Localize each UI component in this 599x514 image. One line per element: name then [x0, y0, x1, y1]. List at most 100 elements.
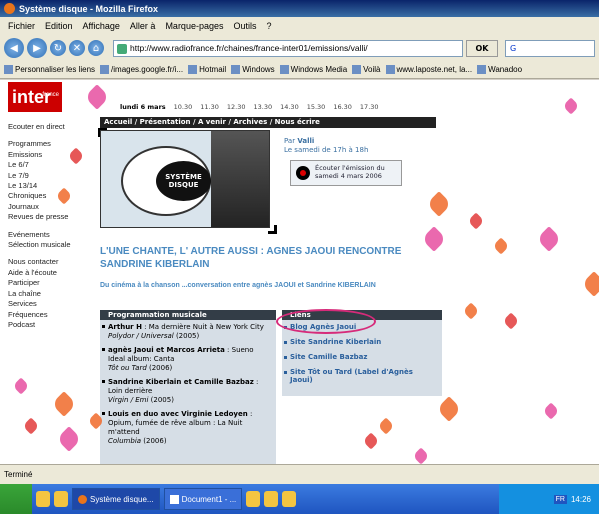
nav-link[interactable]: Le 7/9	[8, 171, 88, 181]
clock[interactable]: 14:26	[571, 495, 591, 504]
nav-link[interactable]: Evénements	[8, 230, 88, 240]
quicklaunch-icon[interactable]	[54, 491, 68, 507]
time-slot[interactable]: 17.30	[360, 103, 379, 111]
bookmark-icon	[4, 65, 13, 74]
bookmarks-toolbar: Personnaliser les liens /images.google.f…	[0, 61, 599, 79]
quicklaunch-icon[interactable]	[246, 491, 261, 507]
bookmark-item[interactable]: www.laposte.net, la...	[385, 65, 472, 74]
listen-label: Écouter l'émission du samedi 4 mars 2006	[315, 164, 385, 180]
logo-france-text: france	[42, 92, 59, 98]
nav-link[interactable]: Chroniques	[8, 191, 88, 201]
bookmark-icon	[477, 65, 487, 74]
time-slot[interactable]: 14.30	[280, 103, 299, 111]
schedule: Le samedi de 17h à 18h	[284, 146, 369, 154]
menu-fichier[interactable]: Fichier	[8, 21, 35, 31]
time-slot[interactable]: 15.30	[307, 103, 326, 111]
bookmark-icon	[188, 65, 198, 74]
taskbar-firefox[interactable]: Système disque...	[72, 488, 160, 510]
nav-link[interactable]: Participer	[8, 278, 88, 288]
section-navigation[interactable]: Accueil / Présentation / A venir / Archi…	[100, 117, 436, 128]
time-slot[interactable]: 12.30	[227, 103, 246, 111]
article-subtitle: Du cinéma à la chanson ...conversation e…	[100, 282, 376, 289]
bookmark-icon	[100, 65, 110, 74]
france-inter-logo[interactable]: france inter	[8, 82, 62, 112]
header-image-text: SYSTÈME DISQUE	[165, 173, 202, 189]
listen-button[interactable]: Écouter l'émission du samedi 4 mars 2006	[290, 160, 402, 186]
language-indicator[interactable]: FR	[553, 494, 567, 504]
highlight-annotation	[276, 309, 376, 334]
header-corner	[268, 225, 277, 234]
time-slot[interactable]: 11.30	[200, 103, 219, 111]
bookmark-item[interactable]: Windows	[231, 65, 275, 74]
nav-link[interactable]: Le 13/14	[8, 181, 88, 191]
show-header-image: SYSTÈME DISQUE	[100, 130, 270, 228]
host-info: Par Valli Le samedi de 17h à 18h	[284, 137, 368, 155]
bookmark-item[interactable]: Voilà	[352, 65, 381, 74]
current-day[interactable]: lundi 6 mars	[120, 103, 166, 111]
playlist-entry: agnès Jaoui et Marcos Arrieta : Sueno Id…	[100, 343, 276, 375]
bookmark-icon	[231, 65, 241, 74]
taskbar-word-document[interactable]: Document1 - ...	[163, 488, 243, 510]
menu-bar: Fichier Edition Affichage Aller à Marque…	[0, 17, 599, 35]
status-bar: Terminé	[0, 464, 599, 484]
system-tray: FR 14:26	[499, 484, 599, 514]
nav-link[interactable]: Sélection musicale	[8, 240, 88, 250]
search-input[interactable]: G	[505, 39, 595, 57]
menu-edition[interactable]: Edition	[45, 21, 73, 31]
menu-aller[interactable]: Aller à	[130, 21, 156, 31]
nav-link[interactable]: Services	[8, 299, 88, 309]
time-slot[interactable]: 13.30	[253, 103, 272, 111]
nav-link[interactable]: Fréquences	[8, 310, 88, 320]
header-portrait	[211, 131, 269, 227]
url-field[interactable]: http://www.radiofrance.fr/chaines/france…	[113, 39, 463, 57]
status-text: Terminé	[4, 470, 33, 479]
menu-help[interactable]: ?	[267, 21, 272, 31]
quicklaunch-icon[interactable]	[282, 491, 297, 507]
menu-affichage[interactable]: Affichage	[83, 21, 120, 31]
firefox-icon	[4, 3, 15, 14]
window-titlebar: Système disque - Mozilla Firefox	[0, 0, 599, 17]
menu-marque-pages[interactable]: Marque-pages	[165, 21, 223, 31]
nav-link[interactable]: Aide à l'écoute	[8, 268, 88, 278]
time-slot[interactable]: 16.30	[333, 103, 352, 111]
navigation-toolbar: ◀ ▶ ↻ ✕ ⌂ http://www.radiofrance.fr/chai…	[0, 35, 599, 61]
link-sandrine-kiberlain[interactable]: Site Sandrine Kiberlain	[282, 335, 442, 350]
windows-taskbar: Système disque... Document1 - ... FR 14:…	[0, 484, 599, 514]
firefox-icon	[78, 494, 87, 504]
bookmark-item[interactable]: Hotmail	[188, 65, 226, 74]
bookmark-icon	[279, 65, 289, 74]
nav-link[interactable]: La chaîne	[8, 289, 88, 299]
host-name[interactable]: Valli	[297, 137, 314, 145]
nav-link[interactable]: Revues de presse	[8, 212, 88, 222]
day-navigation: lundi 6 mars 10.30 11.30 12.30 13.30 14.…	[120, 100, 440, 114]
forward-icon[interactable]: ▶	[27, 38, 47, 58]
bookmark-icon	[385, 65, 395, 74]
home-icon[interactable]: ⌂	[88, 40, 104, 56]
reload-icon[interactable]: ↻	[50, 40, 66, 56]
stop-icon[interactable]: ✕	[69, 40, 85, 56]
bookmark-item[interactable]: Personnaliser les liens	[4, 65, 95, 74]
nav-link[interactable]: Podcast	[8, 320, 88, 330]
quicklaunch-icon[interactable]	[264, 491, 279, 507]
record-icon	[296, 166, 310, 180]
nav-link[interactable]: Nous contacter	[8, 257, 88, 267]
bookmark-item[interactable]: Windows Media	[279, 65, 347, 74]
music-programming-panel: Programmation musicale Arthur H : Ma der…	[100, 310, 276, 464]
programming-heading: Programmation musicale	[100, 310, 276, 320]
nav-link[interactable]: Journaux	[8, 202, 88, 212]
quicklaunch-icon[interactable]	[36, 491, 50, 507]
nav-link[interactable]: Ecouter en direct	[8, 122, 88, 132]
bookmark-item[interactable]: /images.google.fr/i...	[100, 65, 183, 74]
menu-outils[interactable]: Outils	[233, 21, 256, 31]
back-icon[interactable]: ◀	[4, 38, 24, 58]
start-button[interactable]	[0, 484, 32, 514]
playlist-entry: Sandrine Kiberlain et Camille Bazbaz : L…	[100, 375, 276, 407]
article-headline: L'UNE CHANTE, L' AUTRE AUSSI : AGNES JAO…	[100, 246, 402, 270]
time-slot[interactable]: 10.30	[174, 103, 193, 111]
bookmark-item[interactable]: Wanadoo	[477, 65, 522, 74]
playlist-entry: Louis en duo avec Virginie Ledoyen : Opi…	[100, 407, 276, 448]
ok-button[interactable]: OK	[466, 39, 498, 57]
link-tot-ou-tard[interactable]: Site Tôt ou Tard (Label d'Agnès Jaoui)	[282, 365, 442, 388]
window-title: Système disque - Mozilla Firefox	[19, 3, 159, 14]
link-camille-bazbaz[interactable]: Site Camille Bazbaz	[282, 350, 442, 365]
